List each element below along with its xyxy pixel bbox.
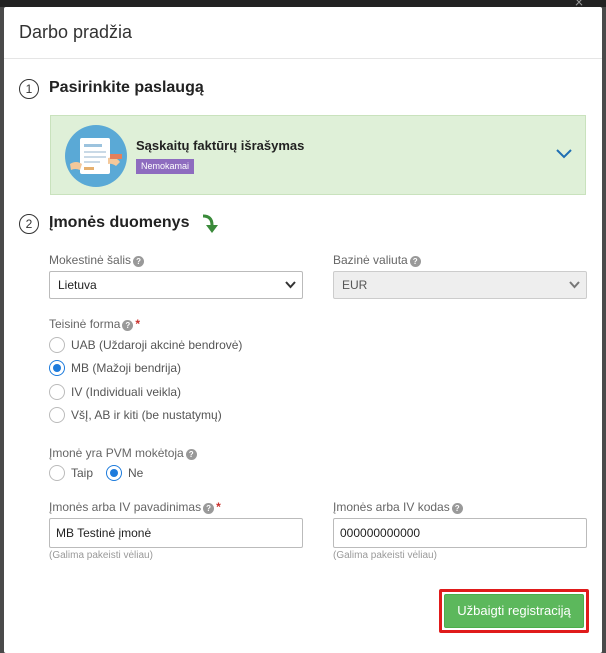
legal-form-option-other[interactable]: VšĮ, AB ir kiti (be nustatymų) [49,405,222,425]
radio-button[interactable] [49,465,65,481]
vat-payer-option-no[interactable]: Ne [106,463,143,483]
radio-button[interactable] [49,360,65,376]
help-icon[interactable]: ? [203,503,215,514]
company-name-hint: (Galima pakeisti vėliau) [49,550,153,561]
step-2-number: 2 [19,214,39,234]
service-selector[interactable]: Sąskaitų faktūrų išrašymas Nemokamai [50,115,586,195]
free-badge: Nemokamai [136,159,195,174]
service-name: Sąskaitų faktūrų išrašymas [136,138,305,153]
arrow-down-icon [202,214,218,233]
complete-registration-button[interactable]: Užbaigti registraciją [444,594,584,628]
setup-modal: Darbo pradžia 1 Pasirinkite paslaugą Sąs… [4,7,602,653]
chevron-down-icon [285,281,296,289]
radio-button[interactable] [106,465,122,481]
help-icon[interactable]: ? [451,503,463,514]
base-currency-select: EUR [333,271,587,299]
modal-header: Darbo pradžia [4,7,602,59]
legal-form-option-mb[interactable]: MB (Mažoji bendrija) [49,358,181,378]
company-name-label: Įmonės arba IV pavadinimas? * [49,500,221,514]
background-top-bar [0,0,606,7]
required-mark: * [216,500,221,514]
required-mark: * [135,317,141,331]
base-currency-label: Bazinė valiuta? [333,253,421,267]
legal-form-option-uab[interactable]: UAB (Uždaroji akcinė bendrovė) [49,335,242,355]
vat-payer-label: Įmonė yra PVM mokėtoja? [49,446,197,460]
help-icon[interactable]: ? [185,449,197,460]
chevron-down-icon[interactable] [555,147,573,161]
legal-form-option-iv[interactable]: IV (Individuali veikla) [49,382,181,402]
company-code-input[interactable]: 000000000000 [333,518,587,548]
radio-button[interactable] [49,384,65,400]
tax-country-select[interactable]: Lietuva [49,271,303,299]
step-2-title: Įmonės duomenys [49,214,190,231]
company-code-hint: (Galima pakeisti vėliau) [333,550,437,561]
legal-form-label: Teisinė forma? * [49,317,141,331]
help-icon[interactable]: ? [409,256,421,267]
company-code-label: Įmonės arba IV kodas? [333,500,463,514]
invoice-illustration-icon [65,125,127,187]
radio-button[interactable] [49,337,65,353]
step-1-number: 1 [19,79,39,99]
step-1-title: Pasirinkite paslaugą [49,79,204,96]
help-icon[interactable]: ? [133,256,145,267]
vat-payer-option-yes[interactable]: Taip [49,463,93,483]
company-name-input[interactable]: MB Testinė įmonė [49,518,303,548]
tax-country-label: Mokestinė šalis? [49,253,145,267]
chevron-down-icon [569,281,580,289]
modal-title: Darbo pradžia [19,22,133,42]
help-icon[interactable]: ? [122,320,134,331]
radio-button[interactable] [49,407,65,423]
